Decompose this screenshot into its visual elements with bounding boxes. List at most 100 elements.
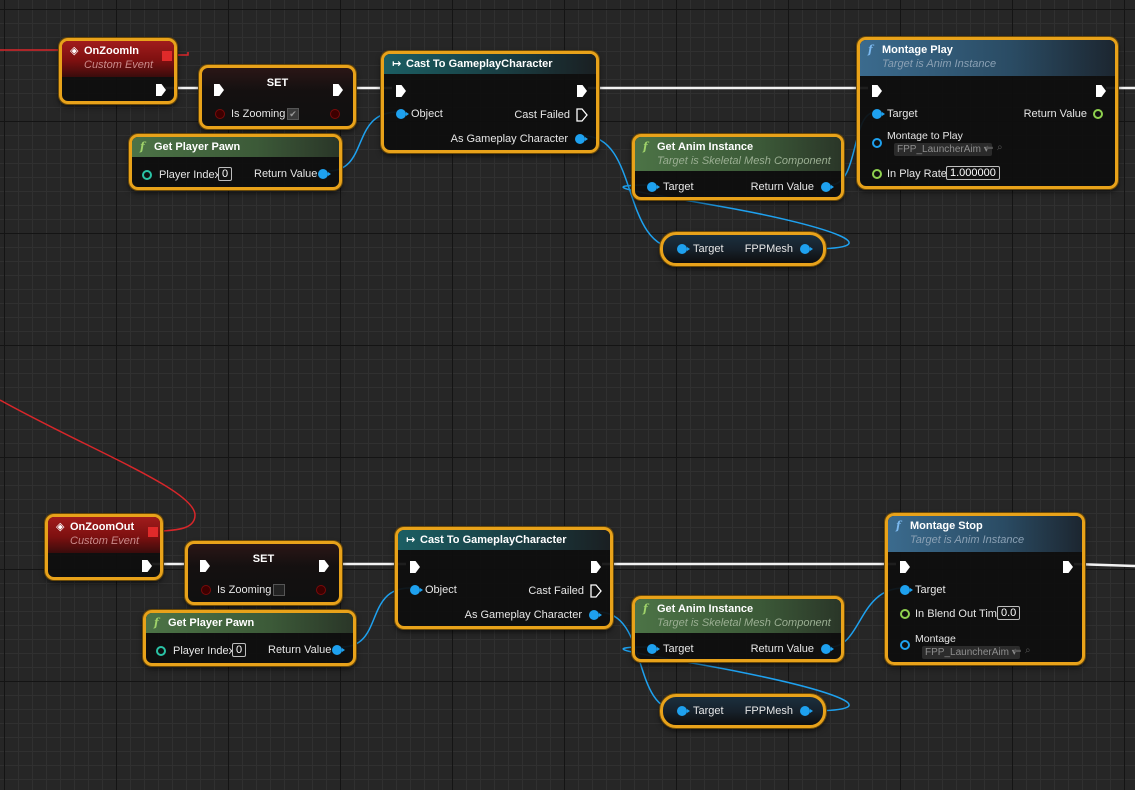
event-subtitle: Custom Event [84,59,154,71]
play-rate-label: In Play Rate [887,168,947,180]
object-out-pin[interactable] [821,182,834,192]
node-title: Get Player Pawn [168,617,255,629]
delegate-pin-icon[interactable] [148,527,158,537]
get-anim-instance-node[interactable]: f Get Anim Instance Target is Skeletal Me… [632,596,844,662]
montage-asset-dropdown[interactable]: FPP_LauncherAim ▾ [894,143,992,156]
exec-out-pin[interactable] [591,561,601,573]
event-node-on-zoom-in[interactable]: ◈ OnZoomIn Custom Event [59,38,177,104]
node-header: f Montage Play Target is Anim Instance [860,40,1115,76]
event-diamond-icon: ◈ [70,44,79,57]
target-label: Target [693,243,724,255]
set-node-is-zooming[interactable]: SET Is Zooming ✔ [199,65,356,129]
int-in-pin[interactable] [142,170,152,180]
as-character-label: As Gameplay Character [464,609,582,621]
montage-in-pin[interactable] [872,138,882,148]
player-index-input[interactable]: 0 [218,167,233,181]
bool-in-pin[interactable] [201,585,211,595]
node-subtitle: Target is Anim Instance [882,58,997,70]
object-in-pin[interactable] [677,706,690,716]
node-header: f Get Player Pawn [146,613,353,633]
montage-asset-value: FPP_LauncherAim [925,647,1009,658]
get-anim-instance-node[interactable]: f Get Anim Instance Target is Skeletal Me… [632,134,844,200]
get-player-pawn-node[interactable]: f Get Player Pawn Player Index 0 Return V… [143,610,356,666]
exec-out-pin-hollow[interactable] [576,108,588,122]
object-out-pin[interactable] [575,134,588,144]
fppmesh-getter-node[interactable]: Target FPPMesh [660,232,826,266]
object-in-pin[interactable] [677,244,690,254]
target-label: Target [887,108,918,120]
object-out-pin[interactable] [332,645,345,655]
node-header: f Get Anim Instance Target is Skeletal Me… [635,137,841,171]
bool-out-pin[interactable] [330,109,340,119]
is-zooming-checkbox[interactable]: ✔ [287,108,299,120]
node-subtitle: Target is Skeletal Mesh Component [657,155,831,167]
object-in-pin[interactable] [396,109,409,119]
browse-search-icon[interactable]: ⌕ [1025,645,1031,656]
float-in-pin[interactable] [900,609,910,619]
event-title: OnZoomIn [84,45,139,57]
browse-search-icon[interactable]: ⌕ [997,142,1003,153]
cast-node[interactable]: ↦ Cast To GameplayCharacter Object Cast F… [381,51,599,153]
montage-in-pin[interactable] [900,640,910,650]
montage-stop-node[interactable]: f Montage Stop Target is Anim Instance Ta… [885,513,1085,665]
node-subtitle: Target is Skeletal Mesh Component [657,617,831,629]
object-in-pin[interactable] [647,182,660,192]
function-icon: f [140,140,145,153]
as-character-label: As Gameplay Character [450,133,568,145]
object-label: Object [425,584,457,596]
int-in-pin[interactable] [156,646,166,656]
event-node-on-zoom-out[interactable]: ◈ OnZoomOut Custom Event [45,514,163,580]
node-header: f Get Anim Instance Target is Skeletal Me… [635,599,841,633]
target-label: Target [693,705,724,717]
node-title: Montage Stop [910,520,983,532]
fppmesh-label: FPPMesh [744,705,793,717]
exec-out-pin[interactable] [156,84,166,96]
use-selected-arrow-icon[interactable]: ⬅ [1013,646,1021,657]
set-node-is-zooming[interactable]: SET Is Zooming [185,541,342,605]
target-in-pin[interactable] [900,585,913,595]
object-in-pin[interactable] [410,585,423,595]
player-index-label: Player Index [159,169,221,181]
player-index-input[interactable]: 0 [232,643,247,657]
target-in-pin[interactable] [872,109,885,119]
variable-label: Is Zooming [217,584,272,596]
object-in-pin[interactable] [647,644,660,654]
object-out-pin[interactable] [589,610,602,620]
float-out-pin[interactable] [1093,109,1103,119]
object-label: Object [411,108,443,120]
object-out-pin[interactable] [800,244,813,254]
exec-in-pin[interactable] [396,85,406,97]
exec-out-pin[interactable] [142,560,152,572]
bool-out-pin[interactable] [316,585,326,595]
exec-out-pin-hollow[interactable] [590,584,602,598]
exec-in-pin[interactable] [900,561,910,573]
object-out-pin[interactable] [318,169,331,179]
cast-node[interactable]: ↦ Cast To GameplayCharacter Object Cast F… [395,527,613,629]
exec-out-pin[interactable] [1096,85,1106,97]
exec-in-pin[interactable] [410,561,420,573]
montage-label: Montage [915,633,956,645]
target-label: Target [663,643,694,655]
cast-arrow-icon: ↦ [406,533,416,546]
fppmesh-getter-node[interactable]: Target FPPMesh [660,694,826,728]
exec-out-pin[interactable] [577,85,587,97]
play-rate-input[interactable]: 1.000000 [946,166,1000,180]
object-out-pin[interactable] [800,706,813,716]
delegate-pin-icon[interactable] [162,51,172,61]
blend-out-time-input[interactable]: 0.0 [997,606,1021,620]
montage-play-node[interactable]: f Montage Play Target is Anim Instance Ta… [857,37,1118,189]
object-out-pin[interactable] [821,644,834,654]
exec-out-pin[interactable] [1063,561,1073,573]
return-value-label: Return Value [750,643,814,655]
use-selected-arrow-icon[interactable]: ⬅ [985,143,993,154]
montage-asset-dropdown[interactable]: FPP_LauncherAim ▾ [922,646,1020,659]
node-title: Cast To GameplayCharacter [406,58,553,70]
exec-in-pin[interactable] [872,85,882,97]
is-zooming-checkbox[interactable] [273,584,285,596]
node-title: Get Anim Instance [657,603,754,615]
bool-in-pin[interactable] [215,109,225,119]
function-icon: f [154,616,159,629]
get-player-pawn-node[interactable]: f Get Player Pawn Player Index 0 Return V… [129,134,342,190]
float-in-pin[interactable] [872,169,882,179]
function-icon: f [896,519,901,532]
